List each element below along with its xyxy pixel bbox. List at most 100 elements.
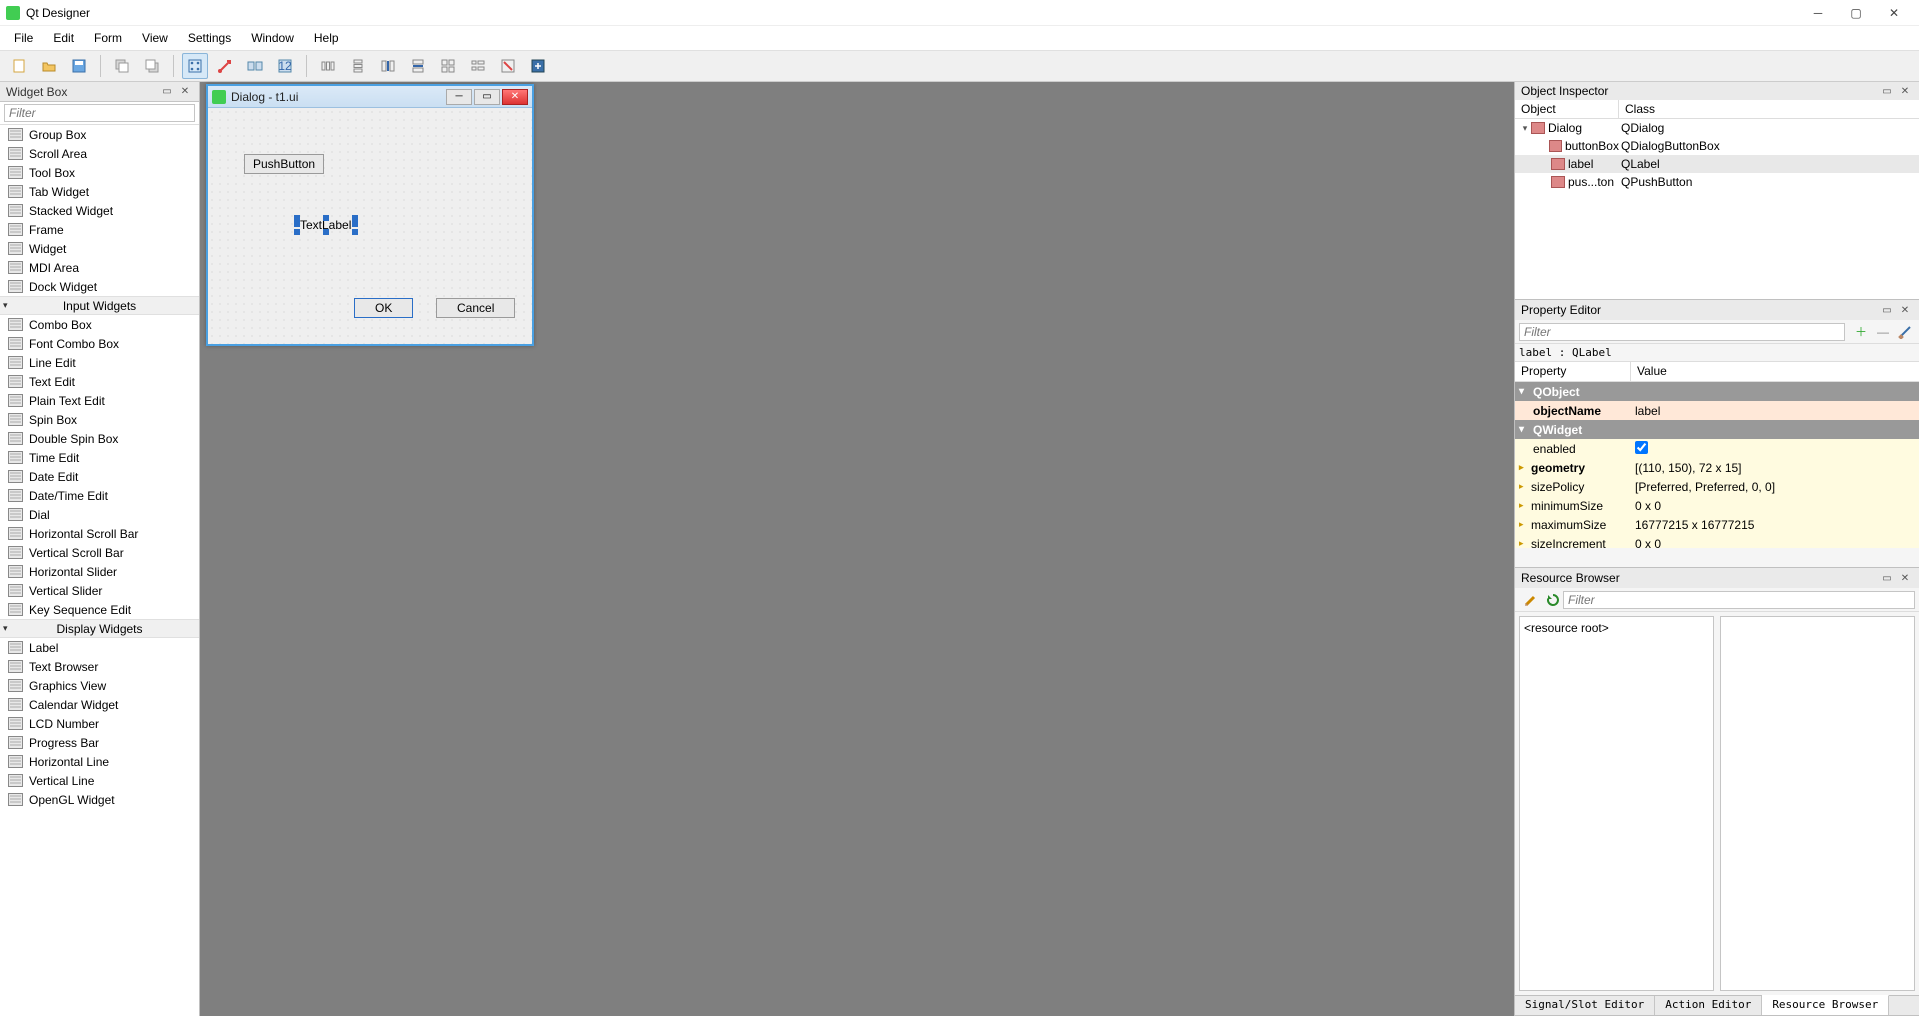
widget-box-item[interactable]: Tab Widget xyxy=(0,182,199,201)
expand-icon[interactable]: ▸ xyxy=(1519,538,1529,548)
selection-handle[interactable] xyxy=(352,229,358,235)
property-row[interactable]: objectNamelabel xyxy=(1515,401,1919,420)
float-dock-button[interactable]: ▭ xyxy=(159,84,175,100)
property-value[interactable] xyxy=(1631,441,1919,457)
widget-box-item[interactable]: Tool Box xyxy=(0,163,199,182)
close-dock-button[interactable]: ✕ xyxy=(1897,570,1913,586)
property-checkbox[interactable] xyxy=(1635,441,1648,454)
widget-box-item[interactable]: Text Browser xyxy=(0,657,199,676)
dialog-window[interactable]: Dialog - t1.ui ─ ▭ ✕ PushButton TextLabe… xyxy=(206,84,534,346)
widget-box-item[interactable]: OpenGL Widget xyxy=(0,790,199,809)
widget-box-item[interactable]: Vertical Slider xyxy=(0,581,199,600)
property-row[interactable]: ▸sizePolicy[Preferred, Preferred, 0, 0] xyxy=(1515,477,1919,496)
widget-box-item[interactable]: Label xyxy=(0,638,199,657)
expand-icon[interactable]: ▸ xyxy=(1519,462,1529,473)
widget-box-item[interactable]: Group Box xyxy=(0,125,199,144)
widget-box-item[interactable]: Dial xyxy=(0,505,199,524)
float-dock-button[interactable]: ▭ xyxy=(1879,570,1895,586)
menu-view[interactable]: View xyxy=(132,28,178,48)
menu-help[interactable]: Help xyxy=(304,28,349,48)
new-form-button[interactable] xyxy=(6,53,32,79)
resource-filter-input[interactable] xyxy=(1563,591,1915,609)
minimize-button[interactable]: ─ xyxy=(1799,1,1837,25)
float-dock-button[interactable]: ▭ xyxy=(1879,302,1895,318)
menu-file[interactable]: File xyxy=(4,28,43,48)
property-value[interactable]: [Preferred, Preferred, 0, 0] xyxy=(1631,480,1919,494)
selection-handle[interactable] xyxy=(294,221,300,227)
property-row[interactable]: ▸maximumSize16777215 x 16777215 xyxy=(1515,515,1919,534)
resource-root[interactable]: <resource root> xyxy=(1524,621,1609,635)
selection-handle[interactable] xyxy=(352,221,358,227)
widget-box-item[interactable]: Progress Bar xyxy=(0,733,199,752)
widget-box-item[interactable]: Font Combo Box xyxy=(0,334,199,353)
close-dock-button[interactable]: ✕ xyxy=(177,84,193,100)
layout-form-button[interactable] xyxy=(465,53,491,79)
expand-icon[interactable]: ▸ xyxy=(1519,481,1529,492)
adjust-size-button[interactable] xyxy=(525,53,551,79)
form-canvas[interactable]: Dialog - t1.ui ─ ▭ ✕ PushButton TextLabe… xyxy=(200,82,1514,1016)
layout-h-splitter-button[interactable] xyxy=(375,53,401,79)
object-tree-row[interactable]: ▾DialogQDialog xyxy=(1515,119,1919,137)
bottom-tab[interactable]: Action Editor xyxy=(1655,996,1762,1015)
property-row[interactable]: ▸sizeIncrement0 x 0 xyxy=(1515,534,1919,548)
menu-edit[interactable]: Edit xyxy=(43,28,84,48)
dialog-title-bar[interactable]: Dialog - t1.ui ─ ▭ ✕ xyxy=(208,86,532,108)
widget-box-item[interactable]: Vertical Scroll Bar xyxy=(0,543,199,562)
widget-box-item[interactable]: LCD Number xyxy=(0,714,199,733)
widget-box-category[interactable]: ▾Input Widgets xyxy=(0,296,199,315)
bring-front-button[interactable] xyxy=(139,53,165,79)
widget-box-tree[interactable]: Group BoxScroll AreaTool BoxTab WidgetSt… xyxy=(0,125,199,1016)
widget-box-item[interactable]: Time Edit xyxy=(0,448,199,467)
widget-box-item[interactable]: Vertical Line xyxy=(0,771,199,790)
menu-form[interactable]: Form xyxy=(84,28,132,48)
resource-tree[interactable]: <resource root> xyxy=(1519,616,1714,991)
bottom-tab[interactable]: Signal/Slot Editor xyxy=(1515,996,1655,1015)
widget-box-item[interactable]: Horizontal Line xyxy=(0,752,199,771)
widget-box-item[interactable]: Spin Box xyxy=(0,410,199,429)
property-value[interactable]: 16777215 x 16777215 xyxy=(1631,518,1919,532)
object-tree-row[interactable]: labelQLabel xyxy=(1515,155,1919,173)
layout-v-splitter-button[interactable] xyxy=(405,53,431,79)
property-filter-input[interactable] xyxy=(1519,323,1845,341)
send-back-button[interactable] xyxy=(109,53,135,79)
resource-preview[interactable] xyxy=(1720,616,1915,991)
widget-box-filter-input[interactable] xyxy=(4,104,195,122)
edit-tab-order-button[interactable]: 12 xyxy=(272,53,298,79)
widget-box-item[interactable]: Double Spin Box xyxy=(0,429,199,448)
edit-widgets-button[interactable] xyxy=(182,53,208,79)
property-value[interactable]: 0 x 0 xyxy=(1631,499,1919,513)
property-group[interactable]: ▾QObject xyxy=(1515,382,1919,401)
remove-dynamic-property-button[interactable]: — xyxy=(1873,322,1893,342)
expand-icon[interactable]: ▸ xyxy=(1519,519,1529,530)
widget-box-item[interactable]: Widget xyxy=(0,239,199,258)
property-row[interactable]: ▸minimumSize0 x 0 xyxy=(1515,496,1919,515)
dialog-close-button[interactable]: ✕ xyxy=(502,89,528,105)
col-value[interactable]: Value xyxy=(1631,362,1673,381)
selection-handle[interactable] xyxy=(323,229,329,235)
expand-icon[interactable]: ▸ xyxy=(1519,500,1529,511)
menu-window[interactable]: Window xyxy=(241,28,304,48)
property-editor-body[interactable]: ▾QObjectobjectNamelabel▾QWidgetenabled▸g… xyxy=(1515,382,1919,548)
layout-grid-button[interactable] xyxy=(435,53,461,79)
pushbutton-widget[interactable]: PushButton xyxy=(244,154,324,174)
close-dock-button[interactable]: ✕ xyxy=(1897,302,1913,318)
property-row[interactable]: enabled xyxy=(1515,439,1919,458)
selection-handle[interactable] xyxy=(294,229,300,235)
close-button[interactable]: ✕ xyxy=(1875,1,1913,25)
dialog-body[interactable]: PushButton TextLabel OK Cancel xyxy=(208,108,532,344)
widget-box-item[interactable]: Date/Time Edit xyxy=(0,486,199,505)
selection-handle[interactable] xyxy=(323,215,329,221)
object-tree-row[interactable]: pus...tonQPushButton xyxy=(1515,173,1919,191)
property-config-button[interactable] xyxy=(1895,322,1915,342)
widget-box-item[interactable]: Key Sequence Edit xyxy=(0,600,199,619)
widget-box-item[interactable]: Scroll Area xyxy=(0,144,199,163)
maximize-button[interactable]: ▢ xyxy=(1837,1,1875,25)
property-value[interactable]: 0 x 0 xyxy=(1631,537,1919,549)
col-class[interactable]: Class xyxy=(1619,100,1661,118)
col-property[interactable]: Property xyxy=(1515,362,1631,381)
cancel-button[interactable]: Cancel xyxy=(436,298,515,318)
edit-signals-button[interactable] xyxy=(212,53,238,79)
layout-horizontal-button[interactable] xyxy=(315,53,341,79)
object-tree-row[interactable]: buttonBoxQDialogButtonBox xyxy=(1515,137,1919,155)
widget-box-item[interactable]: MDI Area xyxy=(0,258,199,277)
